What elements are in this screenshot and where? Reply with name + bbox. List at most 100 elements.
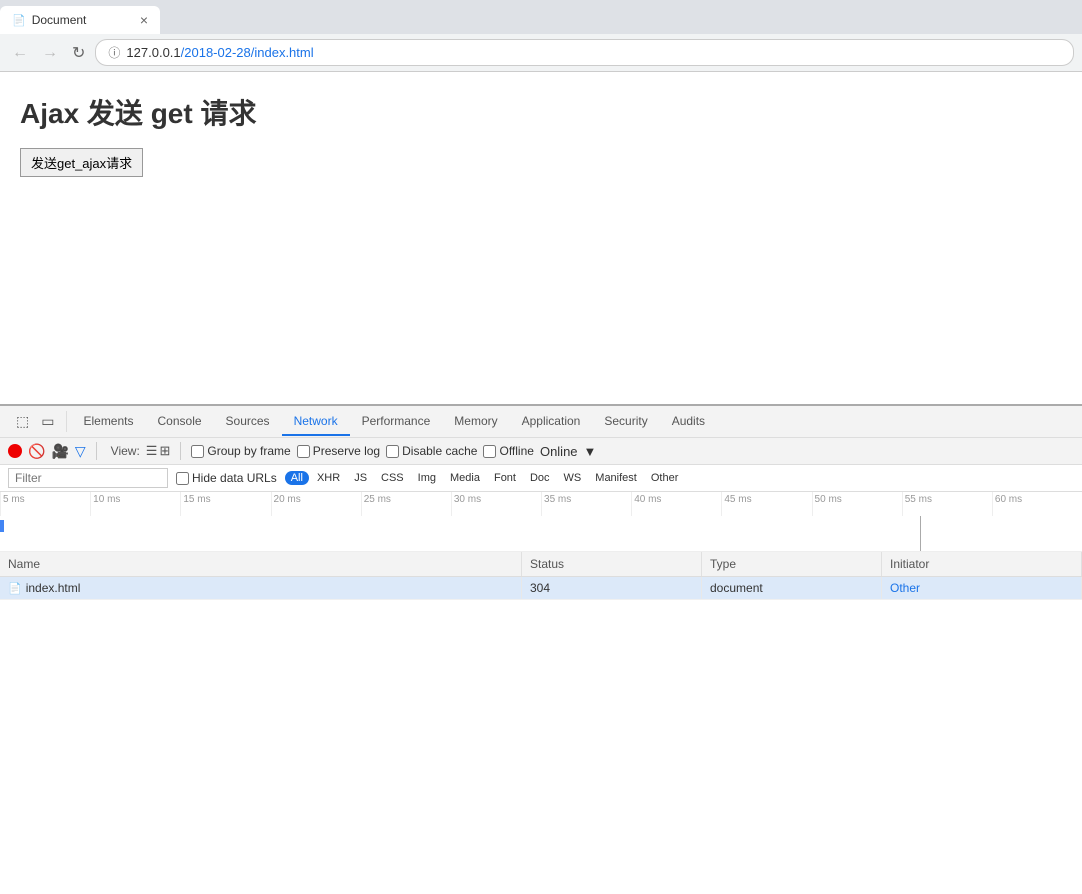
lock-icon: ⓘ [108, 44, 120, 61]
table-row[interactable]: 📄 index.html 304 document Other [0, 577, 1082, 600]
tab-security[interactable]: Security [592, 408, 659, 436]
devtools-panel: ⬚ ▭ Elements Console Sources Network Per… [0, 404, 1082, 894]
timeline: 5 ms 10 ms 15 ms 20 ms 25 ms 30 ms 35 ms… [0, 492, 1082, 552]
filter-tag-js[interactable]: JS [348, 471, 373, 485]
view-label: View: [111, 444, 140, 458]
col-type[interactable]: Type [702, 552, 882, 576]
timeline-marker-line [920, 516, 921, 551]
tab-network[interactable]: Network [282, 408, 350, 436]
screenshot-view-icon[interactable]: ⊞ [159, 443, 170, 459]
timeline-request-bar [0, 520, 4, 532]
filter-tag-ws[interactable]: WS [558, 471, 588, 485]
tick-40ms: 40 ms [631, 492, 721, 516]
hide-data-urls-label: Hide data URLs [192, 471, 277, 485]
tab-memory[interactable]: Memory [442, 408, 509, 436]
tab-bar: 📄 Document × [0, 0, 1082, 34]
stop-recording-button[interactable]: 🚫 [28, 443, 45, 460]
filter-tag-other[interactable]: Other [645, 471, 685, 485]
filter-tag-css[interactable]: CSS [375, 471, 410, 485]
tab-sources[interactable]: Sources [214, 408, 282, 436]
toolbar-separator-2 [180, 442, 181, 460]
filter-tag-doc[interactable]: Doc [524, 471, 556, 485]
capture-screenshots-button[interactable]: 🎥 [51, 443, 68, 460]
group-by-frame-label: Group by frame [207, 444, 290, 458]
filter-input[interactable] [8, 468, 168, 488]
tick-60ms: 60 ms [992, 492, 1082, 516]
tab-close-button[interactable]: × [140, 12, 148, 28]
url-host: 127.0.0.1 [126, 45, 180, 60]
group-by-frame-checkbox[interactable]: Group by frame [191, 444, 290, 458]
offline-label: Offline [499, 444, 533, 458]
filter-icon[interactable]: ▽ [75, 443, 86, 460]
tab-application[interactable]: Application [510, 408, 593, 436]
browser-window: 📄 Document × ← → ↻ ⓘ 127.0.0.1/2018-02-2… [0, 0, 1082, 894]
back-button[interactable]: ← [8, 42, 32, 64]
tick-50ms: 50 ms [812, 492, 902, 516]
toolbar-separator [96, 442, 97, 460]
preserve-log-label: Preserve log [313, 444, 380, 458]
tab-console[interactable]: Console [146, 408, 214, 436]
group-by-frame-input[interactable] [191, 445, 204, 458]
filter-tag-img[interactable]: Img [412, 471, 442, 485]
address-bar: ← → ↻ ⓘ 127.0.0.1/2018-02-28/index.html [0, 34, 1082, 72]
tick-5ms: 5 ms [0, 492, 90, 516]
row-type: document [702, 577, 882, 599]
hide-data-urls-input[interactable] [176, 472, 189, 485]
refresh-button[interactable]: ↻ [68, 41, 89, 65]
tab-performance[interactable]: Performance [350, 408, 443, 436]
url-path: /2018-02-28/index.html [181, 45, 314, 60]
tab-favicon: 📄 [12, 14, 26, 27]
online-label: Online [540, 444, 578, 459]
offline-checkbox[interactable]: Offline [483, 444, 533, 458]
tick-10ms: 10 ms [90, 492, 180, 516]
col-status[interactable]: Status [522, 552, 702, 576]
tick-15ms: 15 ms [180, 492, 270, 516]
tick-55ms: 55 ms [902, 492, 992, 516]
throttle-arrow-icon: ▼ [584, 444, 597, 459]
forward-button[interactable]: → [38, 42, 62, 64]
tick-45ms: 45 ms [721, 492, 811, 516]
tick-20ms: 20 ms [271, 492, 361, 516]
disable-cache-label: Disable cache [402, 444, 477, 458]
row-status: 304 [522, 577, 702, 599]
filter-tag-font[interactable]: Font [488, 471, 522, 485]
device-toolbar-icon[interactable]: ▭ [37, 411, 58, 432]
tab-audits[interactable]: Audits [660, 408, 717, 436]
tab-elements[interactable]: Elements [71, 408, 145, 436]
filter-bar: Hide data URLs All XHR JS CSS Img Media … [0, 465, 1082, 492]
page-title: Ajax 发送 get 请求 [20, 92, 1062, 132]
row-initiator: Other [882, 577, 1082, 599]
filter-tag-xhr[interactable]: XHR [311, 471, 346, 485]
browser-tab[interactable]: 📄 Document × [0, 6, 160, 34]
col-initiator[interactable]: Initiator [882, 552, 1082, 576]
filter-tags: All XHR JS CSS Img Media Font Doc WS Man… [285, 471, 685, 485]
filter-tag-manifest[interactable]: Manifest [589, 471, 643, 485]
url-bar[interactable]: ⓘ 127.0.0.1/2018-02-28/index.html [95, 39, 1074, 66]
tick-30ms: 30 ms [451, 492, 541, 516]
page-content: Ajax 发送 get 请求 发送get_ajax请求 [0, 72, 1082, 404]
devtools-icons: ⬚ ▭ [4, 411, 67, 432]
inspect-element-icon[interactable]: ⬚ [12, 411, 33, 432]
row-name: 📄 index.html [0, 577, 522, 599]
view-icons: ☰ ⊞ [146, 443, 171, 459]
network-toolbar: 🚫 🎥 ▽ View: ☰ ⊞ Group by frame Preserve … [0, 438, 1082, 465]
list-view-icon[interactable]: ☰ [146, 443, 158, 459]
hide-data-urls-checkbox[interactable]: Hide data URLs [176, 471, 277, 485]
ajax-get-button[interactable]: 发送get_ajax请求 [20, 148, 143, 177]
col-name[interactable]: Name [0, 552, 522, 576]
preserve-log-input[interactable] [297, 445, 310, 458]
preserve-log-checkbox[interactable]: Preserve log [297, 444, 380, 458]
offline-input[interactable] [483, 445, 496, 458]
filter-tag-all[interactable]: All [285, 471, 309, 485]
network-table: Name Status Type Initiator 📄 index.html … [0, 552, 1082, 894]
tick-35ms: 35 ms [541, 492, 631, 516]
table-header: Name Status Type Initiator [0, 552, 1082, 577]
devtools-tab-bar: ⬚ ▭ Elements Console Sources Network Per… [0, 406, 1082, 438]
record-button[interactable] [8, 444, 22, 458]
disable-cache-checkbox[interactable]: Disable cache [386, 444, 477, 458]
file-icon: 📄 [8, 582, 22, 595]
disable-cache-input[interactable] [386, 445, 399, 458]
timeline-bar-area [0, 516, 1082, 551]
tab-title: Document [32, 13, 87, 27]
filter-tag-media[interactable]: Media [444, 471, 486, 485]
